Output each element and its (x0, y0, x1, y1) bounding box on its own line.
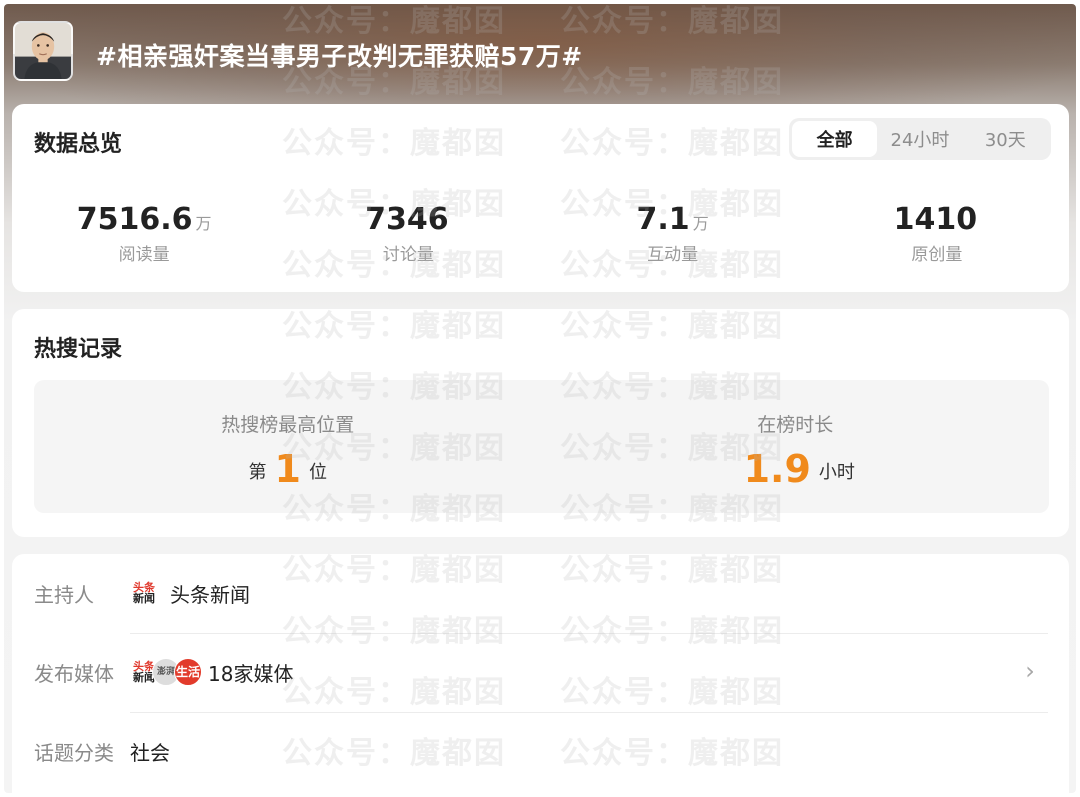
hot-search-card: 热搜记录 热搜榜最高位置 第1位 在榜时长 1.9 小时 (12, 309, 1069, 537)
stat-discussions-value: 7346 (365, 202, 449, 237)
watermark-text: 公众号：魔都囡 (282, 4, 506, 39)
duration-value: 1.9 (743, 447, 811, 491)
media-logo-2-text: 澎湃 (156, 666, 175, 677)
duration-suffix: 小时 (818, 462, 855, 483)
media-row[interactable]: 发布媒体 头条 新闻 澎湃 生活 18家媒体 › (34, 633, 1049, 711)
stat-reads: 7516.6 万 阅读量 (12, 202, 276, 272)
duration-label: 在榜时长 (757, 414, 834, 436)
category-key: 话题分类 (34, 740, 114, 765)
stat-originals: 1410 原创量 (805, 202, 1069, 272)
stat-interactions: 7.1 万 互动量 (541, 202, 805, 272)
hot-search-panel: 热搜榜最高位置 第1位 在榜时长 1.9 小时 (34, 380, 1049, 513)
overview-title: 数据总览 (34, 132, 123, 157)
stat-reads-label: 阅读量 (118, 245, 170, 265)
watermark-text: 公众号：魔都囡 (560, 4, 784, 39)
media-logo-3-text: 生活 (175, 664, 200, 679)
stat-interactions-unit: 万 (692, 214, 709, 233)
media-logos: 头条 新闻 澎湃 生活 (130, 658, 202, 686)
stat-originals-value: 1410 (893, 202, 978, 237)
on-chart-duration: 在榜时长 1.9 小时 (542, 380, 1050, 513)
highest-position-suffix: 位 (308, 462, 327, 483)
toutiao-logo-bottom: 新闻 (133, 592, 155, 605)
highest-position: 热搜榜最高位置 第1位 (34, 380, 542, 513)
highest-position-value: 1 (274, 447, 301, 491)
topic-title: #相亲强奸案当事男子改判无罪获赔57万# (96, 42, 583, 71)
host-value-group[interactable]: 头条 新闻 头条新闻 (130, 579, 250, 608)
watermark-text: 公众号：魔都囡 (560, 65, 784, 100)
chevron-right-icon[interactable]: › (1019, 659, 1041, 683)
person-avatar-icon (15, 23, 71, 79)
stats-row: 7516.6 万 阅读量 7346 讨论量 7.1 万 互动量 1410 原创量 (12, 202, 1069, 272)
highest-position-label: 热搜榜最高位置 (221, 414, 355, 436)
tab-24h[interactable]: 24小时 (877, 121, 962, 157)
host-row: 主持人 头条 新闻 头条新闻 (34, 554, 1049, 632)
stat-reads-value: 7516.6 (76, 202, 193, 237)
highest-position-prefix: 第 (248, 462, 267, 483)
stat-reads-unit: 万 (195, 214, 212, 233)
host-value: 头条新闻 (170, 582, 250, 607)
toutiao-news-logo-icon: 头条 新闻 (130, 579, 158, 607)
time-range-tabs: 全部 24小时 30天 (789, 118, 1051, 160)
category-value: 社会 (130, 740, 170, 765)
host-key: 主持人 (34, 582, 94, 607)
media-key: 发布媒体 (34, 661, 114, 686)
media-value-group[interactable]: 头条 新闻 澎湃 生活 18家媒体 (130, 658, 293, 687)
overview-card: 数据总览 全部 24小时 30天 7516.6 万 阅读量 7346 讨论量 7.… (12, 104, 1069, 292)
category-row: 话题分类 社会 (34, 712, 1049, 790)
tab-all[interactable]: 全部 (792, 121, 878, 157)
tab-30d[interactable]: 30天 (963, 121, 1048, 157)
media-value: 18家媒体 (208, 661, 294, 686)
host-avatar[interactable] (13, 21, 73, 81)
stat-originals-label: 原创量 (911, 245, 963, 265)
stat-interactions-value: 7.1 (636, 202, 690, 237)
media-logo-life-icon: 生活 (174, 658, 202, 686)
hot-search-title: 热搜记录 (34, 337, 123, 362)
stat-interactions-label: 互动量 (647, 245, 699, 265)
stat-discussions: 7346 讨论量 (276, 202, 540, 272)
topic-page: #相亲强奸案当事男子改判无罪获赔57万# 数据总览 全部 24小时 30天 75… (4, 4, 1076, 793)
stat-discussions-label: 讨论量 (382, 245, 434, 265)
topic-info-card: 主持人 头条 新闻 头条新闻 发布媒体 头条 新闻 澎湃 生活 18家媒体 › … (12, 554, 1069, 793)
